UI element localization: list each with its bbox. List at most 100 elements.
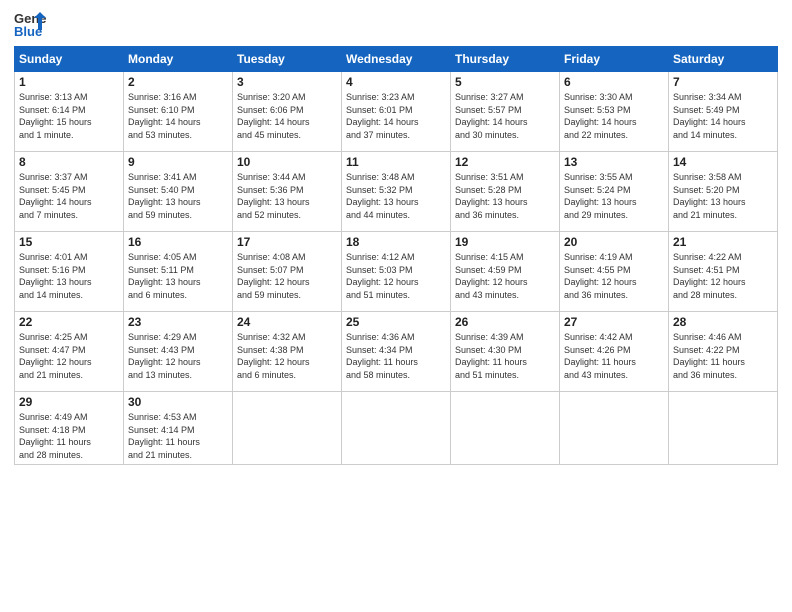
day-number: 14 bbox=[673, 155, 773, 169]
day-info: Sunrise: 4:36 AM Sunset: 4:34 PM Dayligh… bbox=[346, 331, 446, 381]
calendar-cell: 23Sunrise: 4:29 AM Sunset: 4:43 PM Dayli… bbox=[124, 312, 233, 392]
day-info: Sunrise: 3:51 AM Sunset: 5:28 PM Dayligh… bbox=[455, 171, 555, 221]
day-info: Sunrise: 3:13 AM Sunset: 6:14 PM Dayligh… bbox=[19, 91, 119, 141]
calendar-day-header: Monday bbox=[124, 47, 233, 72]
day-info: Sunrise: 4:39 AM Sunset: 4:30 PM Dayligh… bbox=[455, 331, 555, 381]
day-number: 10 bbox=[237, 155, 337, 169]
calendar-cell: 21 Sunrise: 4:22 AM Sunset: 4:51 PM Dayli… bbox=[669, 232, 778, 312]
calendar-cell: 20Sunrise: 4:19 AM Sunset: 4:55 PM Dayli… bbox=[560, 232, 669, 312]
calendar-cell: 18Sunrise: 4:12 AM Sunset: 5:03 PM Dayli… bbox=[342, 232, 451, 312]
calendar-cell: 17 Sunrise: 4:08 AM Sunset: 5:07 PM Dayli… bbox=[233, 232, 342, 312]
calendar-cell: 29Sunrise: 4:49 AM Sunset: 4:18 PM Dayli… bbox=[15, 392, 124, 465]
day-info: Sunrise: 4:25 AM Sunset: 4:47 PM Dayligh… bbox=[19, 331, 119, 381]
day-info: Sunrise: 4:46 AM Sunset: 4:22 PM Dayligh… bbox=[673, 331, 773, 381]
day-info: Sunrise: 3:44 AM Sunset: 5:36 PM Dayligh… bbox=[237, 171, 337, 221]
calendar-cell: 7 Sunrise: 3:34 AM Sunset: 5:49 PM Daylig… bbox=[669, 72, 778, 152]
calendar-cell: 24 Sunrise: 4:32 AM Sunset: 4:38 PM Dayli… bbox=[233, 312, 342, 392]
svg-text:Blue: Blue bbox=[14, 24, 42, 38]
day-info: Sunrise: 3:34 AM Sunset: 5:49 PM Dayligh… bbox=[673, 91, 773, 141]
day-info: Sunrise: 3:58 AM Sunset: 5:20 PM Dayligh… bbox=[673, 171, 773, 221]
calendar-cell: 27 Sunrise: 4:42 AM Sunset: 4:26 PM Dayli… bbox=[560, 312, 669, 392]
day-info: Sunrise: 3:16 AM Sunset: 6:10 PM Dayligh… bbox=[128, 91, 228, 141]
day-number: 27 bbox=[564, 315, 664, 329]
day-number: 12 bbox=[455, 155, 555, 169]
day-info: Sunrise: 4:32 AM Sunset: 4:38 PM Dayligh… bbox=[237, 331, 337, 381]
calendar-week-row: 15 Sunrise: 4:01 AM Sunset: 5:16 PM Dayli… bbox=[15, 232, 778, 312]
day-number: 25 bbox=[346, 315, 446, 329]
day-number: 8 bbox=[19, 155, 119, 169]
calendar: SundayMondayTuesdayWednesdayThursdayFrid… bbox=[14, 46, 778, 465]
calendar-cell: 28 Sunrise: 4:46 AM Sunset: 4:22 PM Dayli… bbox=[669, 312, 778, 392]
logo: General Blue bbox=[14, 10, 46, 38]
day-number: 11 bbox=[346, 155, 446, 169]
calendar-cell: 10 Sunrise: 3:44 AM Sunset: 5:36 PM Dayli… bbox=[233, 152, 342, 232]
day-number: 28 bbox=[673, 315, 773, 329]
day-info: Sunrise: 4:05 AM Sunset: 5:11 PM Dayligh… bbox=[128, 251, 228, 301]
day-number: 24 bbox=[237, 315, 337, 329]
calendar-day-header: Tuesday bbox=[233, 47, 342, 72]
day-number: 21 bbox=[673, 235, 773, 249]
day-info: Sunrise: 4:49 AM Sunset: 4:18 PM Dayligh… bbox=[19, 411, 119, 461]
day-number: 22 bbox=[19, 315, 119, 329]
calendar-cell: 14 Sunrise: 3:58 AM Sunset: 5:20 PM Dayli… bbox=[669, 152, 778, 232]
calendar-cell: 9 Sunrise: 3:41 AM Sunset: 5:40 PM Daylig… bbox=[124, 152, 233, 232]
day-number: 26 bbox=[455, 315, 555, 329]
calendar-cell: 4Sunrise: 3:23 AM Sunset: 6:01 PM Daylig… bbox=[342, 72, 451, 152]
calendar-cell bbox=[233, 392, 342, 465]
day-info: Sunrise: 4:12 AM Sunset: 5:03 PM Dayligh… bbox=[346, 251, 446, 301]
calendar-cell: 2 Sunrise: 3:16 AM Sunset: 6:10 PM Daylig… bbox=[124, 72, 233, 152]
calendar-cell bbox=[451, 392, 560, 465]
calendar-day-header: Wednesday bbox=[342, 47, 451, 72]
day-info: Sunrise: 3:30 AM Sunset: 5:53 PM Dayligh… bbox=[564, 91, 664, 141]
day-info: Sunrise: 4:29 AM Sunset: 4:43 PM Dayligh… bbox=[128, 331, 228, 381]
day-number: 3 bbox=[237, 75, 337, 89]
day-info: Sunrise: 3:20 AM Sunset: 6:06 PM Dayligh… bbox=[237, 91, 337, 141]
day-number: 9 bbox=[128, 155, 228, 169]
day-info: Sunrise: 3:41 AM Sunset: 5:40 PM Dayligh… bbox=[128, 171, 228, 221]
day-info: Sunrise: 4:53 AM Sunset: 4:14 PM Dayligh… bbox=[128, 411, 228, 461]
day-info: Sunrise: 4:08 AM Sunset: 5:07 PM Dayligh… bbox=[237, 251, 337, 301]
day-number: 13 bbox=[564, 155, 664, 169]
day-number: 20 bbox=[564, 235, 664, 249]
day-number: 30 bbox=[128, 395, 228, 409]
calendar-cell: 16Sunrise: 4:05 AM Sunset: 5:11 PM Dayli… bbox=[124, 232, 233, 312]
calendar-cell: 3 Sunrise: 3:20 AM Sunset: 6:06 PM Daylig… bbox=[233, 72, 342, 152]
day-info: Sunrise: 3:48 AM Sunset: 5:32 PM Dayligh… bbox=[346, 171, 446, 221]
calendar-cell: 6 Sunrise: 3:30 AM Sunset: 5:53 PM Daylig… bbox=[560, 72, 669, 152]
day-number: 2 bbox=[128, 75, 228, 89]
calendar-cell bbox=[669, 392, 778, 465]
calendar-cell: 15 Sunrise: 4:01 AM Sunset: 5:16 PM Dayli… bbox=[15, 232, 124, 312]
calendar-cell: 13Sunrise: 3:55 AM Sunset: 5:24 PM Dayli… bbox=[560, 152, 669, 232]
calendar-day-header: Friday bbox=[560, 47, 669, 72]
calendar-week-row: 22 Sunrise: 4:25 AM Sunset: 4:47 PM Dayli… bbox=[15, 312, 778, 392]
header: General Blue bbox=[14, 10, 778, 38]
day-number: 1 bbox=[19, 75, 119, 89]
calendar-cell: 12 Sunrise: 3:51 AM Sunset: 5:28 PM Dayli… bbox=[451, 152, 560, 232]
day-number: 17 bbox=[237, 235, 337, 249]
day-info: Sunrise: 3:27 AM Sunset: 5:57 PM Dayligh… bbox=[455, 91, 555, 141]
day-info: Sunrise: 4:15 AM Sunset: 4:59 PM Dayligh… bbox=[455, 251, 555, 301]
day-number: 5 bbox=[455, 75, 555, 89]
calendar-cell: 30 Sunrise: 4:53 AM Sunset: 4:14 PM Dayli… bbox=[124, 392, 233, 465]
calendar-cell bbox=[342, 392, 451, 465]
day-info: Sunrise: 3:23 AM Sunset: 6:01 PM Dayligh… bbox=[346, 91, 446, 141]
calendar-cell: 5 Sunrise: 3:27 AM Sunset: 5:57 PM Daylig… bbox=[451, 72, 560, 152]
day-number: 15 bbox=[19, 235, 119, 249]
page: General Blue SundayMondayTuesdayWednesda… bbox=[0, 0, 792, 612]
day-info: Sunrise: 4:42 AM Sunset: 4:26 PM Dayligh… bbox=[564, 331, 664, 381]
calendar-cell: 11 Sunrise: 3:48 AM Sunset: 5:32 PM Dayli… bbox=[342, 152, 451, 232]
calendar-cell: 1 Sunrise: 3:13 AM Sunset: 6:14 PM Daylig… bbox=[15, 72, 124, 152]
calendar-week-row: 1 Sunrise: 3:13 AM Sunset: 6:14 PM Daylig… bbox=[15, 72, 778, 152]
day-number: 7 bbox=[673, 75, 773, 89]
calendar-header-row: SundayMondayTuesdayWednesdayThursdayFrid… bbox=[15, 47, 778, 72]
calendar-cell: 22 Sunrise: 4:25 AM Sunset: 4:47 PM Dayli… bbox=[15, 312, 124, 392]
calendar-cell: 25 Sunrise: 4:36 AM Sunset: 4:34 PM Dayli… bbox=[342, 312, 451, 392]
calendar-day-header: Thursday bbox=[451, 47, 560, 72]
calendar-week-row: 8Sunrise: 3:37 AM Sunset: 5:45 PM Daylig… bbox=[15, 152, 778, 232]
day-info: Sunrise: 4:22 AM Sunset: 4:51 PM Dayligh… bbox=[673, 251, 773, 301]
calendar-cell: 26 Sunrise: 4:39 AM Sunset: 4:30 PM Dayli… bbox=[451, 312, 560, 392]
calendar-cell: 8Sunrise: 3:37 AM Sunset: 5:45 PM Daylig… bbox=[15, 152, 124, 232]
day-number: 6 bbox=[564, 75, 664, 89]
day-info: Sunrise: 4:01 AM Sunset: 5:16 PM Dayligh… bbox=[19, 251, 119, 301]
day-number: 19 bbox=[455, 235, 555, 249]
